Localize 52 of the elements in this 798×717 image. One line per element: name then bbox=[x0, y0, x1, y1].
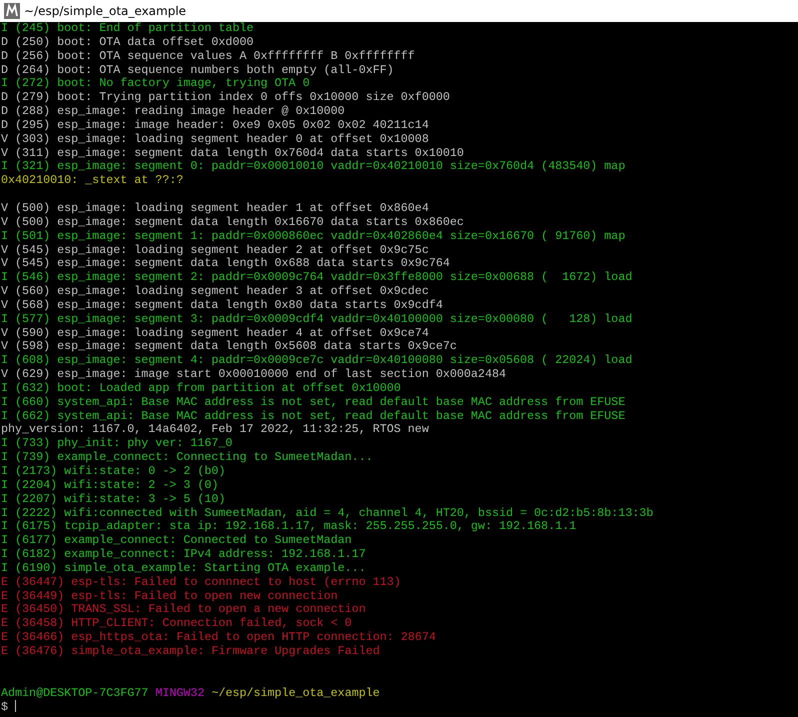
log-line: I (2207) wifi:state: 3 -> 5 (10) bbox=[1, 492, 226, 506]
log-line: I (733) phy_init: phy ver: 1167_0 bbox=[1, 436, 232, 450]
log-line: D (256) boot: OTA sequence values A 0xffffffff B 0xffffffff bbox=[1, 48, 415, 63]
log-line: I (577) esp_image: segment 3: paddr=0x0009cdf4 vaddr=0x40100000 size=0x00080 ( 128) load bbox=[1, 312, 632, 326]
log-line: I (2222) wifi:connected with SumeetMadan, aid = 4, channel 4, HT20, bssid = 0c:d2:b5:8b:13:3b bbox=[1, 506, 654, 520]
log-line: I (245) boot: End of partition table bbox=[1, 21, 254, 35]
text-cursor bbox=[15, 700, 16, 712]
log-line: I (321) esp_image: segment 0: paddr=0x00010010 vaddr=0x40210010 size=0x760d4 (483540) map bbox=[1, 159, 626, 174]
system-name: MINGW32 bbox=[155, 686, 204, 700]
prompt-symbol: $ bbox=[1, 700, 8, 714]
window-title: ~/esp/simple_ota_example bbox=[24, 3, 186, 20]
log-line: D (288) esp_image: reading image header @ 0x10000 bbox=[1, 104, 345, 118]
log-line: E (36466) esp_https_ota: Failed to open HTTP connection: 28674 bbox=[1, 630, 436, 644]
log-line: D (264) boot: OTA sequence numbers both empty (all-0xFF) bbox=[1, 62, 394, 77]
log-line: E (36449) esp-tls: Failed to open new connection bbox=[1, 588, 338, 603]
log-line: I (6175) tcpip_adapter: sta ip: 192.168.1.17, mask: 255.255.255.0, gw: 192.168.1.1 bbox=[1, 519, 576, 534]
log-line: I (501) esp_image: segment 1: paddr=0x000860ec vaddr=0x402860e4 size=0x16670 ( 91760) map bbox=[1, 228, 626, 243]
log-line: I (272) boot: No factory image, trying OTA 0 bbox=[1, 76, 310, 90]
log-line: V (590) esp_image: loading segment header 4 at offset 0x9ce74 bbox=[1, 326, 429, 340]
log-line: V (311) esp_image: segment data length 0x760d4 data starts 0x10010 bbox=[1, 146, 464, 160]
log-line: 0x40210010: _stext at ??:? bbox=[1, 173, 184, 188]
log-line: I (2173) wifi:state: 0 -> 2 (b0) bbox=[1, 464, 226, 478]
log-line: V (598) esp_image: segment data length 0x5608 data starts 0x9ce7c bbox=[1, 339, 457, 354]
log-line: E (36450) TRANS_SSL: Failed to open a new connection bbox=[1, 602, 366, 616]
log-line: I (6182) example_connect: IPv4 address: 192.168.1.17 bbox=[1, 547, 366, 562]
log-line: I (2204) wifi:state: 2 -> 3 (0) bbox=[1, 478, 218, 492]
log-line: I (739) example_connect: Connecting to SumeetMadan... bbox=[1, 450, 373, 464]
current-path: ~/esp/simple_ota_example bbox=[211, 686, 380, 700]
log-line: V (500) esp_image: loading segment header 1 at offset 0x860e4 bbox=[1, 200, 429, 215]
log-line: V (568) esp_image: segment data length 0x80 data starts 0x9cdf4 bbox=[1, 298, 443, 312]
terminal-logo-icon bbox=[4, 3, 20, 19]
log-line: D (250) boot: OTA data offset 0xd000 bbox=[1, 34, 254, 49]
log-line: I (662) system_api: Base MAC address is not set, read default base MAC address from EFUSE bbox=[1, 408, 626, 423]
log-line: V (560) esp_image: loading segment header 3 at offset 0x9cdec bbox=[1, 284, 429, 298]
log-line: V (629) esp_image: image start 0x00010000 end of last section 0x000a2484 bbox=[1, 367, 506, 382]
log-line: I (6177) example_connect: Connected to SumeetMadan bbox=[1, 533, 352, 548]
log-line: D (295) esp_image: image header: 0xe9 0x05 0x02 0x02 40211c14 bbox=[1, 118, 429, 132]
log-line: phy_version: 1167.0, 14a6402, Feb 17 2022, 11:32:25, RTOS new bbox=[1, 422, 429, 436]
log-line: V (545) esp_image: loading segment header 2 at offset 0x9c75c bbox=[1, 242, 429, 256]
user-host: Admin@DESKTOP-7C3FG77 bbox=[1, 686, 148, 700]
log-line: I (660) system_api: Base MAC address is not set, read default base MAC address from EFUSE bbox=[1, 394, 626, 409]
log-line: D (279) boot: Trying partition index 0 offs 0x10000 size 0xf0000 bbox=[1, 90, 450, 104]
log-line: V (545) esp_image: segment data length 0x688 data starts 0x9c764 bbox=[1, 256, 450, 270]
log-line: V (500) esp_image: segment data length 0x16670 data starts 0x860ec bbox=[1, 214, 464, 229]
log-line: E (36476) simple_ota_example: Firmware Upgrades Failed bbox=[1, 644, 380, 658]
log-line: E (36447) esp-tls: Failed to connnect to host (errno 113) bbox=[1, 574, 401, 589]
log-line: I (632) boot: Loaded app from partition at offset 0x10000 bbox=[1, 380, 401, 395]
log-line: E (36458) HTTP_CLIENT: Connection failed, sock < 0 bbox=[1, 616, 352, 630]
log-line: V (303) esp_image: loading segment header 0 at offset 0x10008 bbox=[1, 132, 429, 146]
log-line: I (608) esp_image: segment 4: paddr=0x0009ce7c vaddr=0x40100080 size=0x05608 ( 22024) load bbox=[1, 353, 632, 368]
log-line: I (6190) simple_ota_example: Starting OTA example... bbox=[1, 560, 366, 575]
log-line: I (546) esp_image: segment 2: paddr=0x0009c764 vaddr=0x3ffe8000 size=0x00688 ( 1672) load bbox=[1, 270, 632, 284]
